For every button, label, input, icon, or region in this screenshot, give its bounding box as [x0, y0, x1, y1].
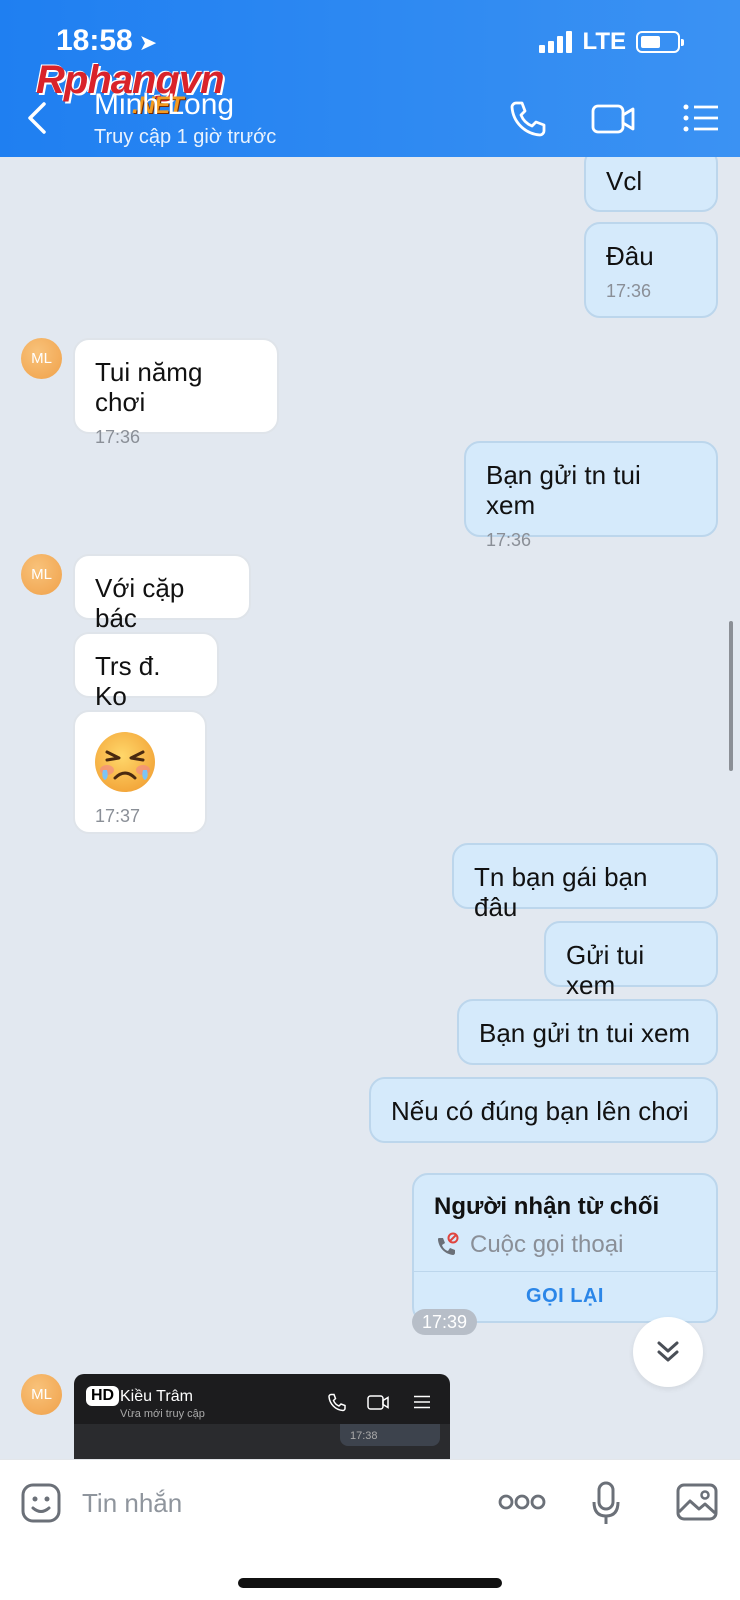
message-bubble-outgoing[interactable]: Nếu có đúng bạn lên chơi	[369, 1077, 718, 1143]
screenshot-image-message[interactable]: HD Kiều Trâm Vừa mới truy cập 17:38	[74, 1374, 450, 1459]
avatar[interactable]: ML	[21, 338, 62, 379]
sticker-smiley-icon[interactable]	[20, 1482, 62, 1524]
double-chevron-down-icon	[657, 1341, 679, 1362]
timestamp-pill: 17:39	[412, 1309, 478, 1335]
contact-name[interactable]: Minh Long	[94, 88, 234, 122]
message-bubble-incoming[interactable]: Tui nămg chơi 17:36	[73, 338, 279, 447]
video-call-icon[interactable]	[590, 98, 636, 138]
avatar[interactable]: ML	[21, 554, 62, 595]
microphone-icon[interactable]	[590, 1480, 622, 1528]
list-menu-icon[interactable]	[682, 98, 722, 138]
last-seen-status: Truy cập 1 giờ trước	[94, 126, 277, 148]
video-call-icon	[367, 1395, 389, 1410]
network-label: LTE	[582, 28, 626, 55]
list-menu-icon	[414, 1395, 430, 1409]
signal-icon	[539, 31, 573, 53]
home-indicator[interactable]	[238, 1578, 502, 1588]
sticker-message[interactable]: 17:37	[73, 710, 207, 834]
location-arrow-icon: ➤	[138, 30, 158, 55]
phone-icon	[328, 1393, 346, 1412]
message-bubble-incoming[interactable]: Trs đ. Ko	[73, 632, 219, 711]
message-bubble-outgoing[interactable]: Vcl	[584, 157, 718, 212]
message-list[interactable]: Vcl Đâu 17:36 ML Tui nămg chơi 17:36 Bạn…	[0, 157, 740, 1459]
message-bubble-outgoing[interactable]: Bạn gửi tn tui xem	[457, 999, 718, 1065]
status-indicators: LTE	[539, 28, 684, 56]
avatar[interactable]: ML	[21, 1374, 62, 1415]
message-input[interactable]: Tin nhắn	[82, 1488, 182, 1519]
message-bubble-outgoing[interactable]: Bạn gửi tn tui xem 17:36	[464, 441, 718, 550]
scrollbar[interactable]	[729, 621, 733, 771]
declined-call-icon	[438, 1232, 459, 1255]
chat-header: 18:58 ➤ LTE Rphangvn .NET Minh Long Truy c…	[0, 0, 740, 157]
more-options-icon[interactable]	[498, 1492, 546, 1512]
message-bubble-incoming[interactable]: Với cặp bác	[73, 554, 251, 633]
call-type: Cuộc gọi thoại	[434, 1231, 623, 1259]
hd-badge: HD	[86, 1386, 120, 1406]
back-chevron-icon[interactable]	[24, 98, 50, 138]
message-bubble-outgoing[interactable]: Tn bạn gái bạn đâu	[452, 843, 718, 922]
image-gallery-icon[interactable]	[675, 1482, 719, 1522]
status-time: 18:58 ➤	[56, 24, 158, 57]
battery-icon	[636, 31, 684, 53]
crying-angry-emoji-icon	[95, 732, 155, 792]
message-bubble-outgoing[interactable]: Gửi tui xem	[544, 921, 718, 1000]
call-status-title: Người nhận từ chối	[434, 1193, 660, 1220]
message-bubble-outgoing[interactable]: Đâu 17:36	[584, 222, 718, 318]
phone-icon[interactable]	[506, 98, 550, 138]
divider	[414, 1271, 716, 1272]
call-back-button[interactable]: GỌI LẠI	[414, 1285, 716, 1308]
scroll-to-bottom-button[interactable]	[633, 1317, 703, 1387]
missed-call-card[interactable]: Người nhận từ chối Cuộc gọi thoại GỌI LẠ…	[412, 1173, 718, 1323]
